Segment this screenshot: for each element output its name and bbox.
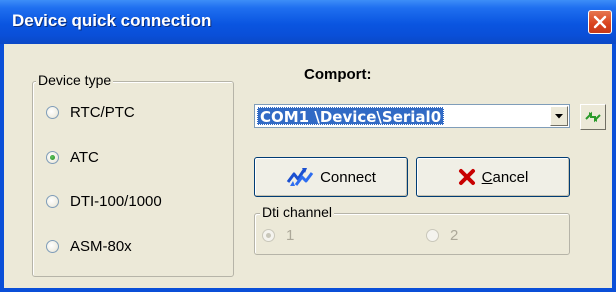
cancel-button[interactable]: Cancel (416, 157, 570, 197)
radio-dti-channel-1: 1 (262, 227, 294, 244)
radio-dti[interactable]: DTI-100/1000 (46, 193, 162, 210)
radio-label: ATC (70, 149, 99, 166)
radio-button-checked[interactable] (46, 151, 59, 164)
cancel-label: Cancel (482, 169, 529, 186)
radio-rtc-ptc[interactable]: RTC/PTC (46, 104, 135, 121)
radio-label: DTI-100/1000 (70, 193, 162, 210)
refresh-button[interactable] (580, 104, 606, 130)
cancel-accesskey: C (481, 168, 493, 186)
radio-asm[interactable]: ASM-80x (46, 238, 132, 255)
window-title: Device quick connection (12, 11, 212, 30)
comport-selected-value: COM1 \Device\Serial0 (257, 107, 445, 126)
radio-dti-channel-2: 2 (426, 227, 458, 244)
radio-label: RTC/PTC (70, 104, 135, 121)
title-bar[interactable]: Device quick connection (0, 0, 616, 44)
connect-button[interactable]: Connect (254, 157, 408, 197)
radio-button[interactable] (46, 240, 59, 253)
connect-label: Connect (320, 168, 376, 186)
comport-select[interactable]: COM1 \Device\Serial0 (254, 104, 570, 128)
comport-label: Comport: (304, 66, 372, 83)
radio-label: ASM-80x (70, 238, 132, 255)
chevron-down-icon (555, 114, 563, 119)
connect-icon (286, 166, 314, 188)
cancel-label-rest: ancel (492, 168, 529, 186)
cancel-x-icon (458, 168, 476, 186)
dti-channel-legend: Dti channel (260, 204, 335, 220)
radio-label: 1 (286, 227, 295, 244)
radio-label: 2 (450, 227, 459, 244)
radio-button-checked-disabled (262, 229, 275, 242)
device-type-legend: Device type (36, 72, 114, 88)
radio-atc[interactable]: ATC (46, 149, 99, 166)
radio-button[interactable] (46, 106, 59, 119)
comport-dropdown-button[interactable] (550, 106, 568, 126)
radio-button-disabled (426, 229, 439, 242)
close-icon (593, 15, 607, 29)
radio-button[interactable] (46, 195, 59, 208)
close-button[interactable] (588, 10, 612, 34)
refresh-icon (585, 111, 601, 123)
